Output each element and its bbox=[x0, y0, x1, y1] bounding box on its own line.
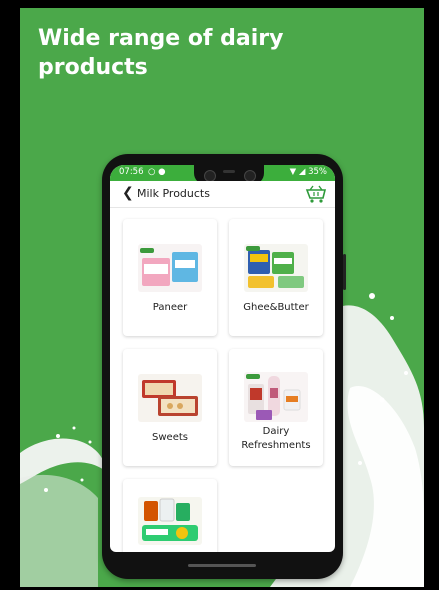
status-notification-icons: ○ ● bbox=[148, 167, 166, 177]
dairy-refreshments-product-image bbox=[244, 372, 308, 422]
appbar-divider bbox=[110, 207, 335, 208]
paneer-product-image bbox=[138, 244, 202, 292]
wifi-icon: ▼ bbox=[289, 167, 297, 177]
category-label-line: Dairy bbox=[262, 426, 290, 437]
phone-screen: 07:56 ○ ● ▼ ◢ 35% ❮ Milk Products Paneer… bbox=[110, 165, 335, 552]
phone-side-button bbox=[343, 254, 346, 290]
category-card-5[interactable] bbox=[123, 479, 217, 552]
app-bar: ❮ Milk Products bbox=[110, 181, 335, 207]
home-indicator[interactable] bbox=[188, 564, 256, 567]
sweets-product-image bbox=[138, 374, 202, 422]
category-label: Dairy Refreshments bbox=[229, 425, 323, 453]
battery-level: 35% bbox=[308, 167, 327, 177]
status-time: 07:56 bbox=[119, 167, 144, 177]
speaker-grille bbox=[223, 170, 235, 173]
category-label: Sweets bbox=[152, 432, 188, 443]
category-card-dairy-refreshments[interactable]: Dairy Refreshments bbox=[229, 349, 323, 466]
category-card-sweets[interactable]: Sweets bbox=[123, 349, 217, 466]
signal-icon: ◢ bbox=[298, 167, 306, 177]
chevron-left-icon[interactable]: ❮ bbox=[122, 185, 134, 201]
status-battery: ▼ ◢ 35% bbox=[290, 167, 327, 177]
category-card-paneer[interactable]: Paneer bbox=[123, 219, 217, 336]
category-label: Ghee&Butter bbox=[243, 302, 309, 313]
cheese-product-image bbox=[138, 497, 202, 545]
category-card-ghee-butter[interactable]: Ghee&Butter bbox=[229, 219, 323, 336]
cart-icon[interactable] bbox=[305, 184, 327, 204]
promo-headline: Wide range of dairy products bbox=[38, 26, 284, 80]
phone-mockup: 07:56 ○ ● ▼ ◢ 35% ❮ Milk Products Paneer… bbox=[102, 154, 346, 579]
page-title: Milk Products bbox=[137, 187, 210, 200]
promo-frame: Wide range of dairy products 07:56 ○ ● ▼… bbox=[20, 8, 424, 587]
ghee-butter-product-image bbox=[244, 244, 308, 292]
category-label: Paneer bbox=[152, 302, 188, 313]
category-label-line: Refreshments bbox=[241, 440, 311, 451]
